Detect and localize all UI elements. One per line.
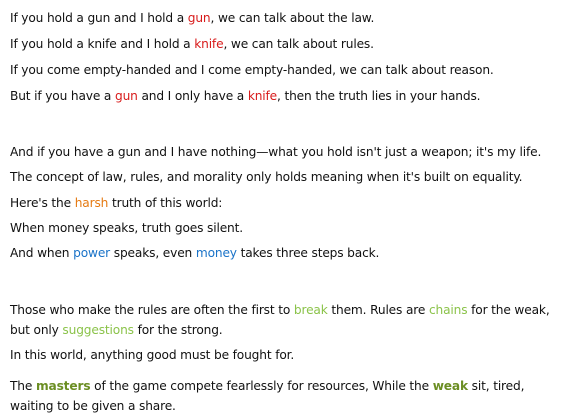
para1-line4: But if you have a gun and I only have a … [10,86,558,106]
highlight-break: break [293,303,328,317]
highlight-gun: gun [114,89,138,103]
para2-line4: When money speaks, truth goes silent. [10,221,243,235]
para1-line1: If you hold a gun and I hold a gun, we c… [10,8,558,28]
text: of the game compete fearlessly for resou… [90,379,433,393]
text: And when [10,246,74,260]
text: But if you have a [10,89,115,103]
highlight-gun: gun [187,11,211,25]
para2-line2: The concept of law, rules, and morality … [10,170,523,184]
text: Those who make the rules are often the f… [10,303,294,317]
highlight-knife: knife [247,89,278,103]
para1-line2: If you hold a knife and I hold a knife, … [10,34,558,54]
highlight-harsh: harsh [74,196,109,210]
text: , then the truth lies in your hands. [277,89,481,103]
text: , we can talk about the law. [210,11,375,25]
text: If you hold a gun and I hold a [10,11,188,25]
highlight-weak: weak [432,379,468,393]
text: speaks, even [110,246,196,260]
text: truth of this world: [108,196,223,210]
text: takes three steps back. [236,246,380,260]
para2-line1: And if you have a gun and I have nothing… [10,145,542,159]
text: them. Rules are [327,303,429,317]
highlight-money: money [195,246,237,260]
highlight-masters: masters [35,379,91,393]
para2-line5: And when power speaks, even money takes … [10,243,558,263]
highlight-suggestions: suggestions [62,323,134,337]
para1-line3: If you come empty-handed and I come empt… [10,63,494,77]
highlight-power: power [73,246,111,260]
para2-line3: Here's the harsh truth of this world: [10,193,558,213]
text: Here's the [10,196,75,210]
text: If you hold a knife and I hold a [10,37,195,51]
para3-line2: In this world, anything good must be fou… [10,348,295,362]
highlight-knife: knife [194,37,224,51]
text: and I only have a [137,89,248,103]
highlight-chains: chains [428,303,468,317]
text: , we can talk about rules. [223,37,374,51]
text: The [10,379,36,393]
para3-line3: The masters of the game compete fearless… [10,376,558,416]
text: for the strong. [133,323,223,337]
para3-line1: Those who make the rules are often the f… [10,300,558,340]
